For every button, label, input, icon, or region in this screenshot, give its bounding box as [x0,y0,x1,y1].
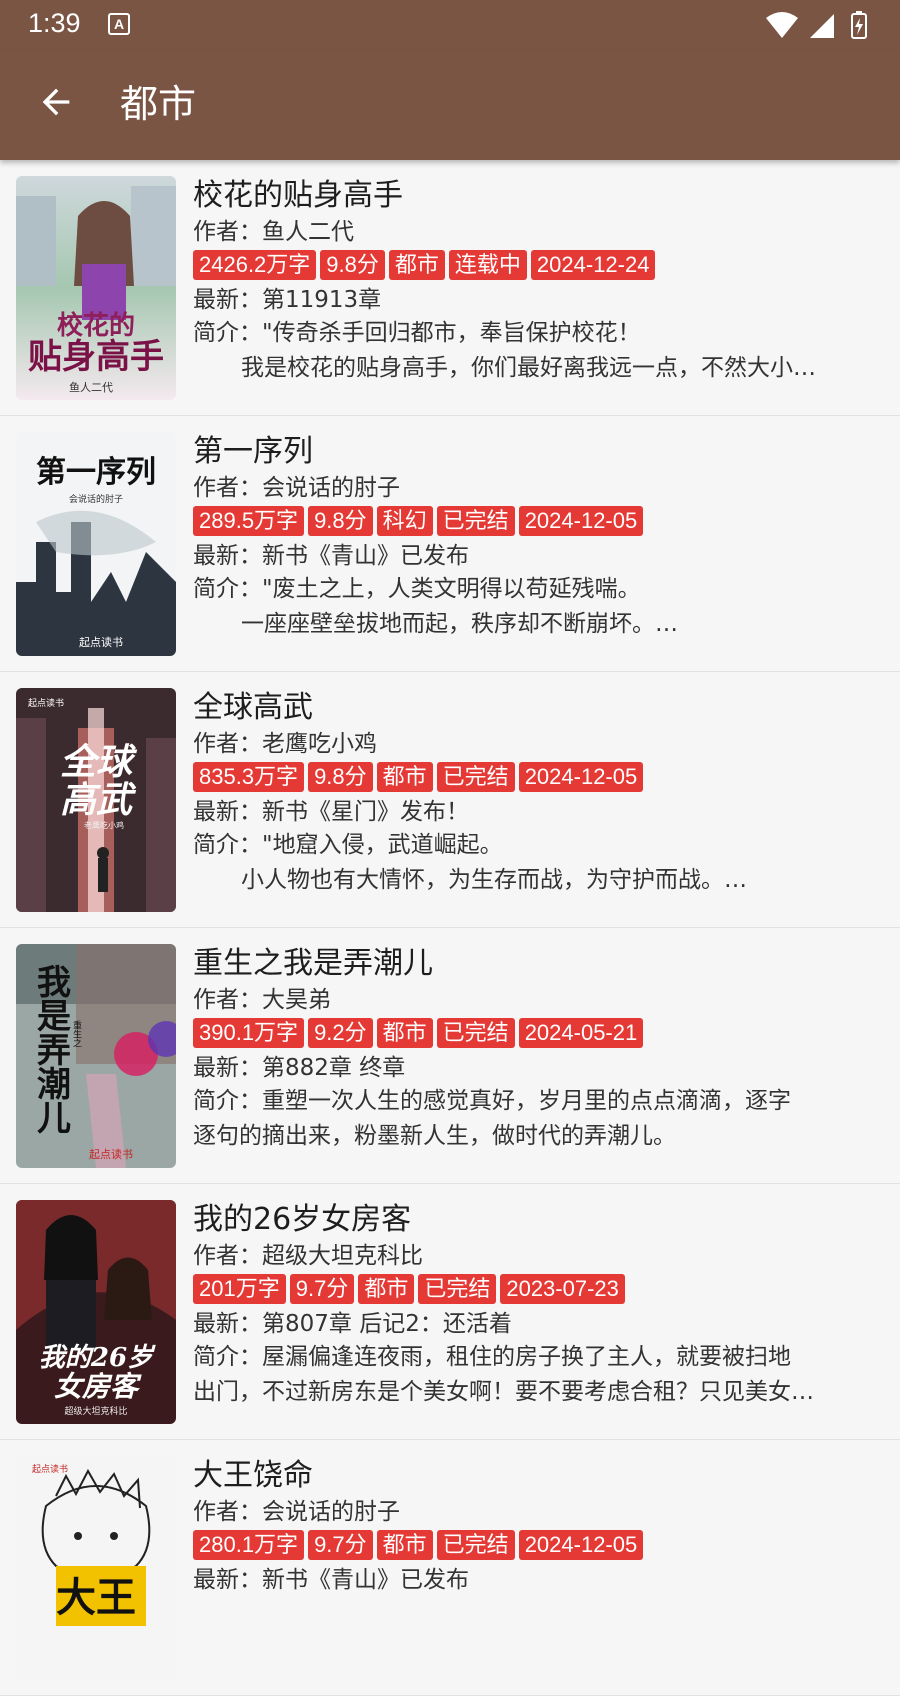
book-latest: 最新：第882章 终章 [193,1055,406,1081]
arrow-back-icon[interactable] [36,82,76,122]
book-description: 简介：重塑一次人生的感觉真好，岁月里的点点滴滴，逐字 逐句的摘出来，粉墨新人生，… [193,1088,791,1149]
cover-prefix: 重生之 [71,1019,82,1048]
book-title: 重生之我是弄潮儿 [193,946,433,981]
book-item[interactable]: 我的26岁 女房客 超级大坦克科比 我的26岁女房客 作者：超级大坦克科比 20… [0,1184,900,1440]
book-latest: 最新：新书《青山》已发布 [193,1567,469,1593]
book-author: 作者：老鹰吃小鸡 [193,731,377,757]
cover-author: 超级大坦克科比 [64,1405,127,1417]
tag-word-count: 289.5万字 [193,506,305,536]
tag-category: 都市 [358,1274,415,1304]
book-tags: 280.1万字 9.7分 都市 已完结 2024-12-05 [193,1530,880,1564]
wifi-icon [766,12,798,38]
book-cover[interactable]: 全球 高武 老鹰吃小鸡 起点读书 [16,688,176,912]
tag-status: 已完结 [436,1018,515,1048]
book-latest: 最新：新书《星门》发布！ [193,799,469,825]
cover-publisher: 起点读书 [32,1463,68,1475]
notification-icon: A [108,13,130,35]
tag-score: 9.7分 [289,1274,355,1304]
book-description: 简介："传奇杀手回归都市，奉旨保护校花！ 我是校花的贴身高手，你们最好离我远一点… [193,320,816,381]
book-title: 我的26岁女房客 [193,1202,412,1237]
book-description: 简介："地窟入侵，武道崛起。 小人物也有大情怀，为生存而战，为守护而战。… [193,832,747,893]
tag-date: 2024-12-05 [518,1530,644,1560]
cover-publisher: 起点读书 [79,635,123,649]
tag-status: 已完结 [418,1274,497,1304]
tag-category: 都市 [376,762,433,792]
book-tags: 835.3万字 9.8分 都市 已完结 2024-12-05 [193,762,880,796]
tag-status: 已完结 [436,1530,515,1560]
book-description: 简介："废土之上，人类文明得以苟延残喘。 一座座壁垒拔地而起，秩序却不断崩坏。… [193,576,678,637]
book-item[interactable]: 我 是 弄 潮 儿 重生之 起点读书 重生之我是弄潮儿 作者：大昊弟 390.1… [0,928,900,1184]
tag-date: 2024-12-24 [530,250,656,280]
book-tags: 2426.2万字 9.8分 都市 连载中 2024-12-24 [193,250,880,284]
book-title: 校花的贴身高手 [193,178,403,213]
book-cover[interactable]: 我 是 弄 潮 儿 重生之 起点读书 [16,944,176,1168]
book-item[interactable]: 第一序列 会说话的肘子 起点读书 第一序列 作者：会说话的肘子 289.5万字 9… [0,416,900,672]
book-author: 作者：超级大坦克科比 [193,1243,423,1269]
svg-text:儿: 儿 [37,1099,71,1139]
tag-status: 连载中 [448,250,527,280]
system-icons [766,11,867,39]
cover-author: 鱼人二代 [69,380,113,394]
battery-icon [851,11,867,39]
app-bar: 都市 [0,50,900,160]
tag-score: 9.8分 [308,506,373,536]
book-author: 作者：鱼人二代 [193,219,354,245]
svg-text:贴身高手: 贴身高手 [28,337,164,377]
book-description: 简介：屋漏偏逢连夜雨，租住的房子换了主人，就要被扫地 出门，不过新房东是个美女啊… [193,1344,814,1405]
tag-word-count: 835.3万字 [193,762,305,792]
cover-publisher: 起点读书 [89,1147,133,1161]
tag-word-count: 201万字 [193,1274,286,1304]
tag-word-count: 280.1万字 [193,1530,305,1560]
book-list: 校花的 贴身高手 鱼人二代 校花的贴身高手 作者：鱼人二代 2426.2万字 9.… [0,160,900,1696]
svg-text:我的26岁: 我的26岁 [39,1343,156,1373]
page-title: 都市 [120,82,197,126]
tag-category: 都市 [376,1530,433,1560]
book-item[interactable]: 全球 高武 老鹰吃小鸡 起点读书 全球高武 作者：老鹰吃小鸡 835.3万字 9.… [0,672,900,928]
cover-author: 老鹰吃小鸡 [84,820,124,830]
tag-date: 2024-12-05 [518,762,644,792]
tag-status: 已完结 [436,506,515,536]
svg-text:全球: 全球 [60,742,138,783]
book-cover[interactable]: 第一序列 会说话的肘子 起点读书 [16,432,176,656]
book-item[interactable]: 大王 起点读书 大王饶命 作者：会说话的肘子 280.1万字 9.7分 都市 已完结 2… [0,1440,900,1696]
signal-icon [810,14,834,38]
book-title: 全球高武 [193,690,313,725]
tag-score: 9.8分 [320,250,385,280]
book-title: 第一序列 [193,434,313,469]
book-latest: 最新：新书《青山》已发布 [193,543,469,569]
book-cover[interactable]: 大王 起点读书 [16,1456,176,1680]
book-tags: 201万字 9.7分 都市 已完结 2023-07-23 [193,1274,880,1308]
svg-text:女房客: 女房客 [54,1370,142,1403]
tag-status: 已完结 [436,762,515,792]
book-tags: 390.1万字 9.2分 都市 已完结 2024-05-21 [193,1018,880,1052]
tag-date: 2023-07-23 [500,1274,625,1304]
cover-title: 第一序列 [36,455,156,490]
tag-word-count: 390.1万字 [193,1018,305,1048]
tag-category: 都市 [388,250,445,280]
book-cover[interactable]: 我的26岁 女房客 超级大坦克科比 [16,1200,176,1424]
book-item[interactable]: 校花的 贴身高手 鱼人二代 校花的贴身高手 作者：鱼人二代 2426.2万字 9.… [0,160,900,416]
tag-date: 2024-05-21 [518,1018,644,1048]
cover-title: 大王 [56,1575,136,1621]
book-latest: 最新：第11913章 [193,287,382,313]
tag-date: 2024-12-05 [518,506,644,536]
tag-category: 都市 [376,1018,433,1048]
tag-score: 9.7分 [308,1530,373,1560]
svg-text:高武: 高武 [60,780,137,821]
book-latest: 最新：第807章 后记2：还活着 [193,1311,512,1337]
tag-category: 科幻 [376,506,433,536]
status-time: 1:39 [28,8,81,38]
tag-score: 9.8分 [308,762,373,792]
book-cover[interactable]: 校花的 贴身高手 鱼人二代 [16,176,176,400]
tag-score: 9.2分 [308,1018,373,1048]
cover-publisher: 起点读书 [28,697,64,709]
book-title: 大王饶命 [193,1458,313,1493]
cover-author: 会说话的肘子 [69,493,123,505]
book-author: 作者：会说话的肘子 [193,1499,400,1525]
book-author: 作者：会说话的肘子 [193,475,400,501]
tag-word-count: 2426.2万字 [193,250,317,280]
book-tags: 289.5万字 9.8分 科幻 已完结 2024-12-05 [193,506,880,540]
book-author: 作者：大昊弟 [193,987,331,1013]
status-bar: 1:39 A [0,0,900,50]
